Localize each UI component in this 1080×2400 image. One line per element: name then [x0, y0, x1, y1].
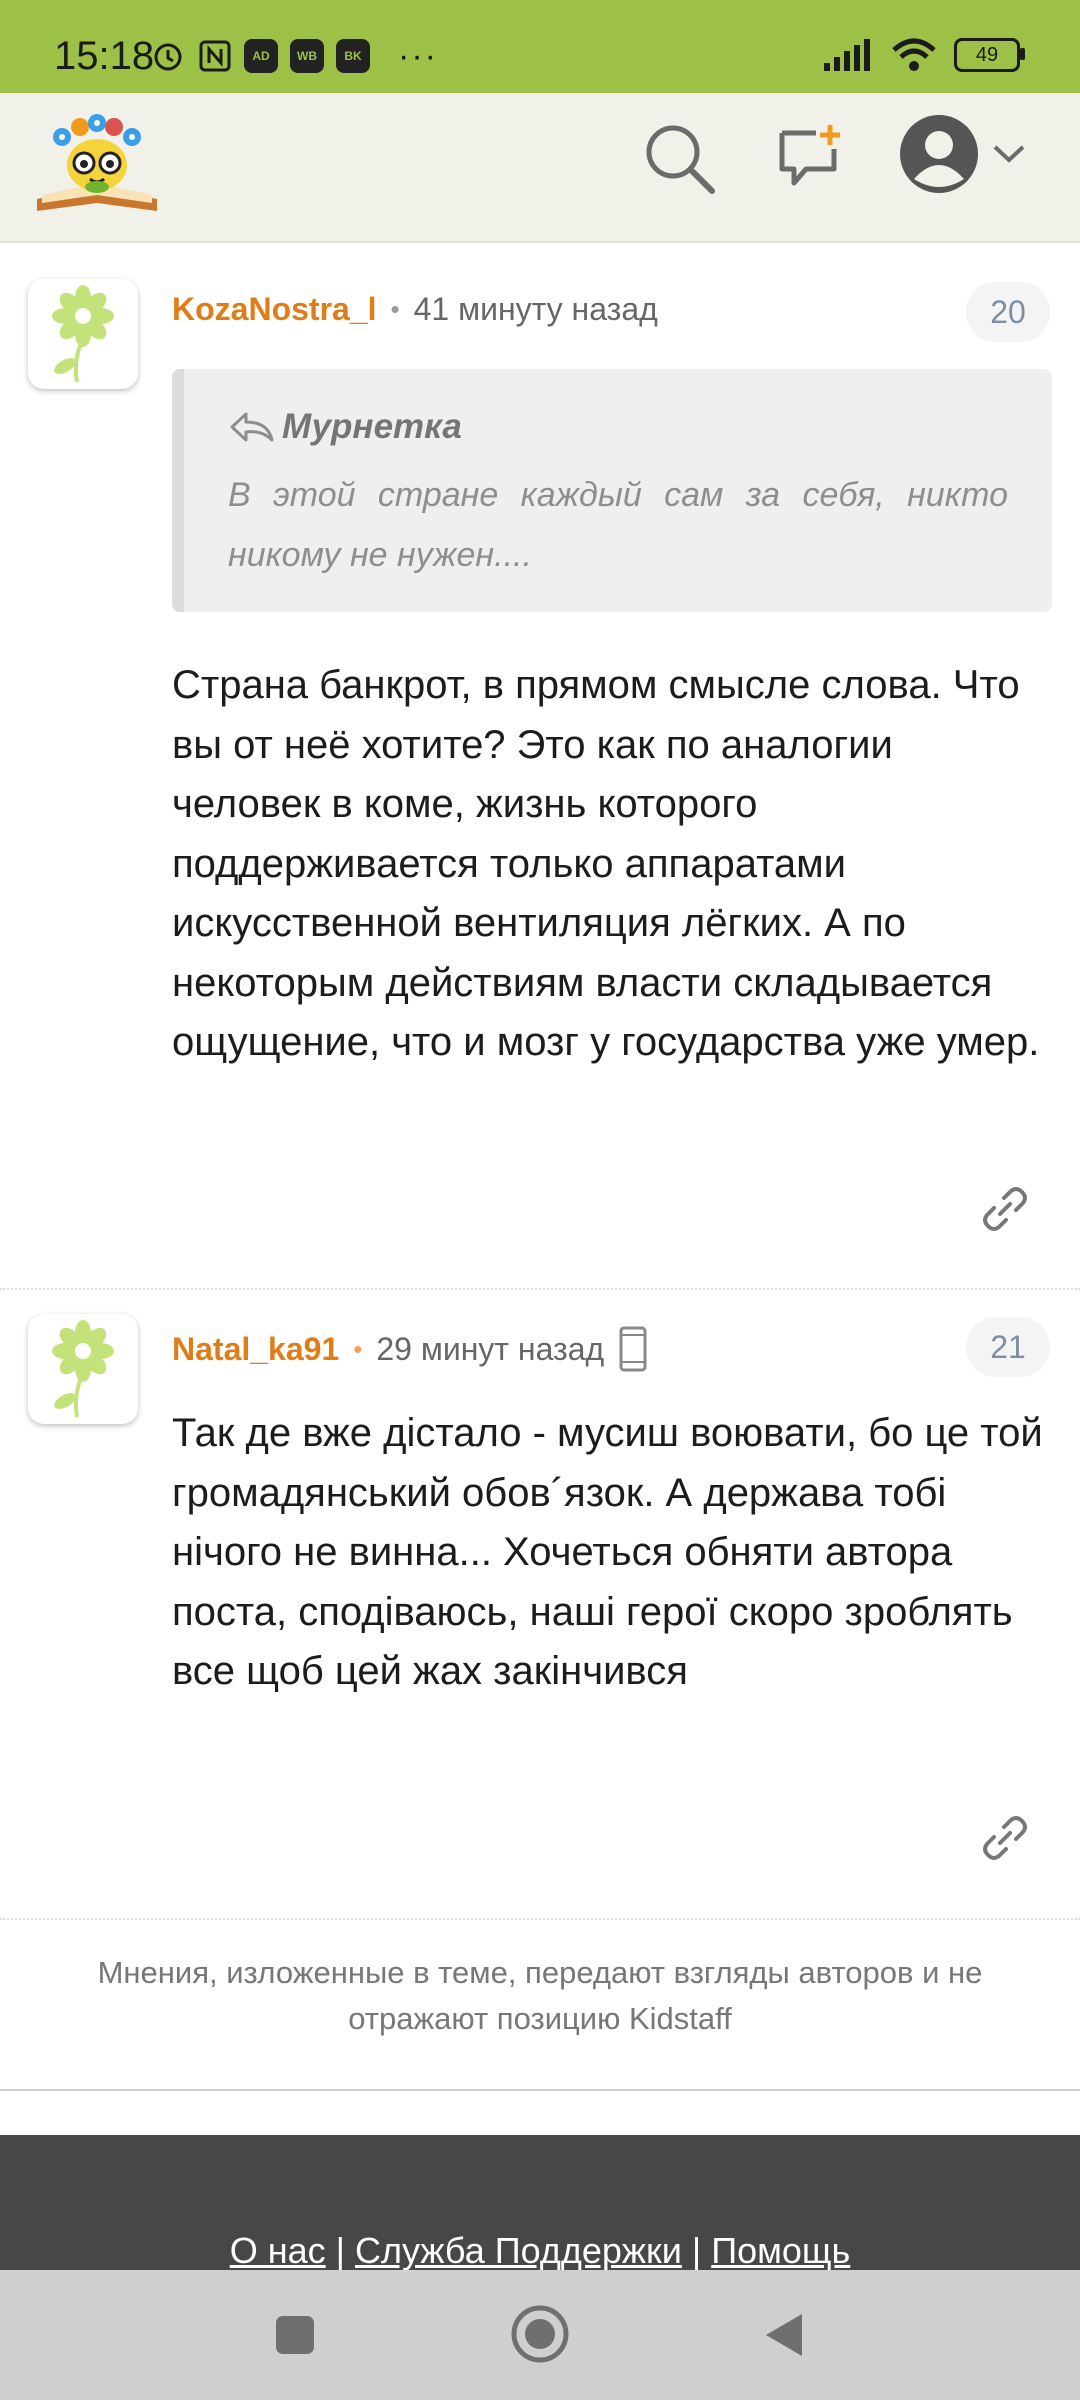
new-post-icon[interactable]	[776, 121, 846, 191]
footer-separator: |	[691, 2230, 702, 2271]
author-link[interactable]: Natal_ka91	[172, 1331, 339, 1368]
quote-author: Мурнетка	[282, 407, 462, 446]
mobile-phone-icon	[619, 1326, 647, 1372]
user-menu[interactable]	[898, 113, 1026, 195]
search-icon[interactable]	[642, 121, 718, 197]
site-header	[0, 93, 1080, 243]
disclaimer-text: Мнения, изложенные в теме, передают взгл…	[97, 1955, 983, 2036]
chevron-down-icon[interactable]	[992, 143, 1026, 165]
more-notifications-icon: ···	[398, 37, 438, 75]
comment-meta: Natal_ka91 • 29 минут назад	[172, 1326, 648, 1372]
avatar[interactable]	[28, 1314, 138, 1424]
avatar[interactable]	[28, 279, 138, 389]
permalink-icon[interactable]	[978, 1811, 1032, 1865]
reply-arrow-icon	[230, 412, 274, 442]
comment-divider	[0, 1288, 1080, 1290]
comment-time: 41 минуту назад	[413, 291, 658, 327]
burger-king-app-icon: BK	[336, 39, 370, 73]
back-icon[interactable]	[760, 2310, 810, 2360]
kidstaff-logo[interactable]	[32, 107, 162, 217]
footer-links: О нас | Служба Поддержки | Помощь	[0, 2230, 1080, 2272]
notification-icons: AD WB BK ···	[150, 38, 438, 74]
comment-number[interactable]: 21	[966, 1317, 1050, 1377]
user-avatar-icon[interactable]	[898, 113, 980, 195]
footer-link-about[interactable]: О нас	[230, 2230, 326, 2271]
signal-icon	[824, 39, 870, 71]
author-link[interactable]: KozaNostra_l	[172, 291, 377, 328]
comment-meta: KozaNostra_l • 41 минуту назад	[172, 291, 658, 328]
comment-text: Страна банкрот, в прямом смысле слова. Ч…	[172, 663, 1040, 1064]
quote-header: Мурнетка	[228, 407, 1008, 447]
alarm-icon	[154, 43, 182, 71]
comment-time: 29 минут назад	[376, 1330, 605, 1367]
flower-avatar-icon	[52, 285, 114, 383]
comment-divider	[0, 1918, 1080, 1920]
footer-separator: |	[335, 2230, 345, 2271]
battery-icon: 49	[954, 38, 1025, 72]
footer-divider	[0, 2089, 1080, 2091]
flower-avatar-icon	[52, 1320, 114, 1418]
footer-link-help[interactable]: Помощь	[711, 2230, 850, 2271]
system-navigation-bar	[0, 2270, 1080, 2400]
system-indicators: 49	[824, 38, 1025, 72]
status-bar: 15:18 AD WB BK ··· 49	[0, 0, 1080, 93]
quote-text: В этой стране каждый сам за себя, никто …	[228, 476, 1008, 574]
site-footer: О нас | Служба Поддержки | Помощь	[0, 2135, 1080, 2272]
comment-text: Так де вже дістало - мусиш воювати, бо ц…	[172, 1411, 1043, 1693]
quote-block: Мурнетка В этой стране каждый сам за себ…	[172, 369, 1052, 612]
separator-dot: •	[353, 1333, 363, 1364]
status-time: 15:18	[54, 34, 155, 78]
permalink-icon[interactable]	[978, 1182, 1032, 1236]
wifi-icon	[892, 38, 936, 71]
home-icon[interactable]	[509, 2303, 571, 2365]
separator-dot: •	[390, 294, 400, 324]
recent-apps-icon[interactable]	[270, 2310, 320, 2360]
ad-app-icon: AD	[244, 39, 278, 73]
comment-number[interactable]: 20	[966, 282, 1050, 342]
footer-link-support[interactable]: Служба Поддержки	[355, 2230, 682, 2271]
wb-app-icon: WB	[290, 39, 324, 73]
nfc-icon	[199, 40, 231, 72]
